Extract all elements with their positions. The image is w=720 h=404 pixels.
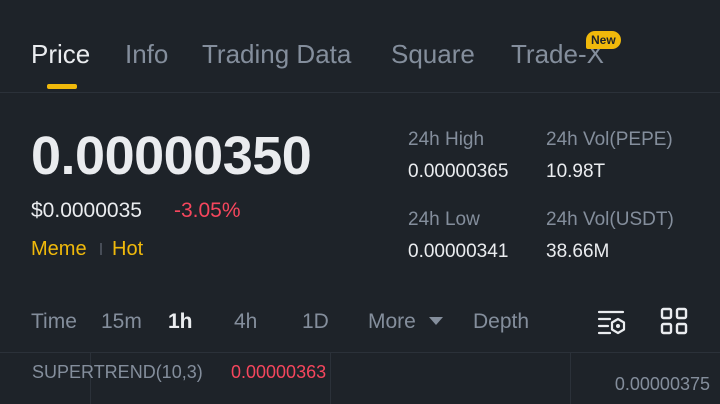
- tag-hot[interactable]: Hot: [112, 236, 143, 262]
- tab-trading-data[interactable]: Trading Data: [202, 38, 351, 70]
- vol-base-value: 10.98T: [546, 161, 606, 182]
- interval-depth[interactable]: Depth: [473, 308, 529, 336]
- chart-settings-icon[interactable]: [596, 306, 628, 338]
- interval-4h[interactable]: 4h: [234, 308, 257, 336]
- vol-quote-label: 24h Vol(USDT): [546, 209, 674, 230]
- new-badge: New: [586, 31, 621, 49]
- top-tabs: Price Info Trading Data Square Trade-X N…: [0, 0, 720, 93]
- price-axis-label: 0.00000375: [614, 374, 710, 394]
- tag-meme[interactable]: Meme: [31, 236, 87, 262]
- interval-time[interactable]: Time: [31, 308, 77, 336]
- chart-gridline: [330, 353, 331, 404]
- usd-price: $0.0000035: [31, 199, 142, 222]
- chart-top-border: [0, 352, 720, 353]
- active-tab-indicator: [47, 84, 77, 89]
- high-value: 0.00000365: [408, 161, 509, 182]
- interval-1h[interactable]: 1h: [168, 308, 193, 336]
- interval-15m[interactable]: 15m: [101, 308, 142, 336]
- indicator-value: 0.00000363: [231, 362, 327, 382]
- tab-info[interactable]: Info: [125, 38, 168, 70]
- interval-more[interactable]: More: [368, 308, 416, 336]
- interval-1d[interactable]: 1D: [302, 308, 329, 336]
- indicator-label: SUPERTREND(10,3): [32, 362, 203, 382]
- last-price: 0.00000350: [31, 126, 312, 186]
- tab-price[interactable]: Price: [31, 38, 90, 70]
- high-label: 24h High: [408, 129, 485, 150]
- low-label: 24h Low: [408, 209, 480, 230]
- chart-gridline: [570, 353, 571, 404]
- tab-square[interactable]: Square: [391, 38, 475, 70]
- vol-base-label: 24h Vol(PEPE): [546, 129, 673, 150]
- tag-divider: [100, 243, 102, 255]
- chevron-down-icon: [429, 317, 443, 325]
- price-change-percent: -3.05%: [174, 199, 241, 222]
- low-value: 0.00000341: [408, 241, 509, 262]
- grid-layout-icon[interactable]: [659, 306, 691, 338]
- vol-quote-value: 38.66M: [546, 241, 610, 262]
